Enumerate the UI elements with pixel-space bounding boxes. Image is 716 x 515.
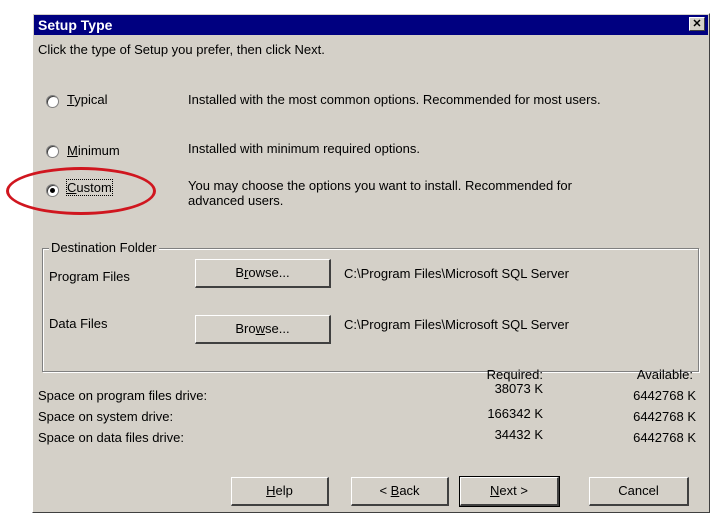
space-row-label: Space on data files drive:	[38, 430, 184, 445]
data-files-browse-button[interactable]: Browse...	[195, 315, 331, 344]
space-row-available: 6442768 K	[633, 409, 696, 424]
space-row-required: 38073 K	[494, 381, 543, 396]
annotation-ellipse	[6, 167, 156, 215]
typical-radio[interactable]	[46, 95, 59, 108]
space-row-label: Space on program files drive:	[38, 388, 208, 403]
custom-description: You may choose the options you want to i…	[188, 178, 572, 193]
close-button[interactable]: ✕	[689, 17, 705, 31]
space-row-required: 166342 K	[487, 406, 543, 421]
minimum-label[interactable]: Minimum	[67, 143, 120, 158]
program-files-browse-button[interactable]: Browse...	[195, 259, 331, 288]
help-button[interactable]: Help	[231, 477, 329, 506]
data-files-label: Data Files	[49, 316, 108, 331]
cancel-button[interactable]: Cancel	[589, 477, 689, 506]
space-row-available: 6442768 K	[633, 430, 696, 445]
space-row-required: 34432 K	[494, 427, 543, 442]
program-files-path: C:\Program Files\Microsoft SQL Server	[344, 266, 569, 281]
setup-type-dialog: Setup Type ✕ Click the type of Setup you…	[32, 13, 710, 513]
space-row-available: 6442768 K	[633, 388, 696, 403]
typical-description: Installed with the most common options. …	[188, 92, 601, 107]
next-button[interactable]: Next >	[459, 476, 560, 507]
typical-label[interactable]: Typical	[67, 92, 107, 107]
data-files-path: C:\Program Files\Microsoft SQL Server	[344, 317, 569, 332]
required-header: Required:	[486, 367, 543, 382]
instruction-text: Click the type of Setup you prefer, then…	[38, 42, 325, 57]
dialog-title: Setup Type	[38, 17, 113, 33]
back-button[interactable]: < Back	[351, 477, 449, 506]
minimum-radio[interactable]	[46, 145, 59, 158]
close-icon: ✕	[692, 18, 702, 30]
available-header: Available:	[636, 367, 693, 382]
program-files-label: Program Files	[49, 269, 130, 284]
destination-folder-legend: Destination Folder	[49, 240, 159, 255]
custom-description-line2: advanced users.	[188, 193, 284, 208]
space-row-label: Space on system drive:	[38, 409, 174, 424]
minimum-description: Installed with minimum required options.	[188, 141, 420, 156]
title-bar: Setup Type ✕	[34, 15, 708, 35]
